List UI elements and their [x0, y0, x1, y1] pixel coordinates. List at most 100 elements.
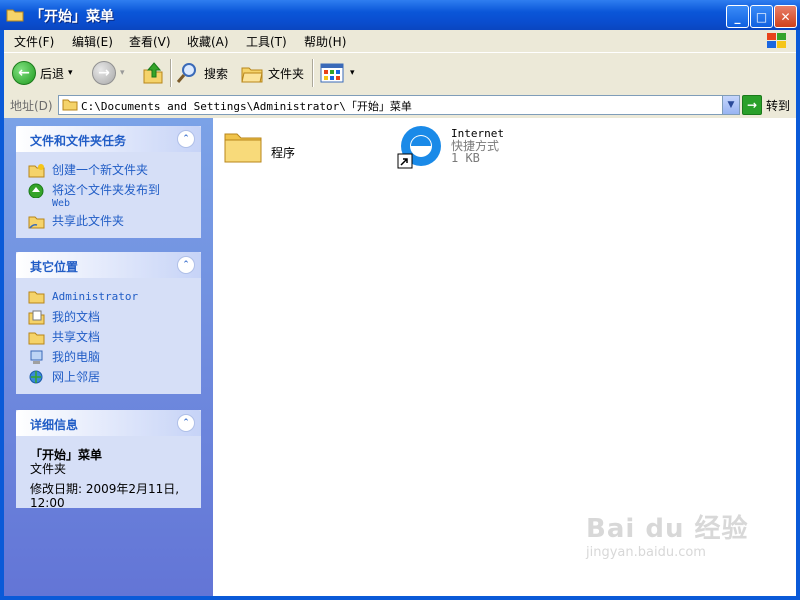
place-my-documents[interactable]: 我的文档 — [16, 309, 201, 325]
collapse-tasks-button[interactable]: ⌃ — [177, 130, 195, 148]
back-glyph: ← — [18, 65, 30, 81]
place-label: 我的文档 — [52, 310, 101, 324]
forward-glyph: → — [98, 65, 110, 81]
file-name: 程序 — [271, 146, 296, 160]
folders-button[interactable]: 文件夹 — [240, 59, 304, 87]
address-label: 地址(D) — [10, 99, 53, 113]
details-type: 文件夹 — [30, 462, 67, 476]
task-label: 创建一个新文件夹 — [52, 163, 149, 177]
folders-label: 文件夹 — [268, 66, 305, 81]
menu-tools[interactable]: 工具(T) — [246, 33, 287, 50]
tasks-panel-header[interactable]: 文件和文件夹任务 ⌃ — [16, 126, 201, 152]
publish-web-icon — [28, 183, 44, 198]
forward-arrow-icon: → — [92, 61, 116, 85]
details-panel-header[interactable]: 详细信息 ⌃ — [16, 410, 201, 436]
address-bar: 地址(D) C:\Documents and Settings\Administ… — [4, 92, 796, 119]
tasks-panel-title: 文件和文件夹任务 — [30, 134, 127, 148]
details-name: 「开始」菜单 — [30, 448, 103, 462]
places-panel: 其它位置 ⌃ Administrator 我的文档 共享文档 我的电脑 网上邻居 — [16, 252, 201, 394]
place-shared-documents[interactable]: 共享文档 — [16, 329, 201, 345]
watermark-url: jingyan.baidu.com — [586, 545, 706, 560]
my-computer-icon — [30, 350, 43, 364]
go-glyph: → — [746, 98, 758, 112]
menu-edit[interactable]: 编辑(E) — [72, 33, 113, 50]
go-button[interactable]: → 转到 — [742, 95, 790, 115]
task-sublabel: Web — [52, 198, 71, 209]
task-label: 将这个文件夹发布到 — [52, 183, 161, 197]
maximize-glyph: □ — [755, 9, 768, 24]
place-label: 我的电脑 — [52, 350, 101, 364]
new-folder-icon — [28, 164, 45, 178]
details-time: 12:00 — [30, 496, 65, 510]
explorer-window: 「开始」菜单 _ □ ✕ 文件(F) 编辑(E) 查看(V) 收藏(A) 工具(… — [0, 0, 800, 600]
place-administrator[interactable]: Administrator — [16, 288, 201, 305]
menu-favorites[interactable]: 收藏(A) — [187, 33, 229, 50]
forward-dropdown-icon[interactable]: ▾ — [120, 68, 125, 78]
chevron-up-icon: ⌃ — [182, 134, 190, 144]
folder-icon — [6, 9, 24, 22]
folder-icon — [224, 133, 262, 163]
place-my-computer[interactable]: 我的电脑 — [16, 349, 201, 365]
folders-icon — [241, 67, 263, 83]
menu-view[interactable]: 查看(V) — [129, 33, 171, 50]
chevron-up-icon: ⌃ — [182, 260, 190, 270]
address-dropdown-button[interactable]: ▼ — [722, 96, 739, 114]
details-panel: 详细信息 ⌃ 「开始」菜单 文件夹 修改日期: 2009年2月11日, 12:0… — [16, 410, 201, 510]
views-button[interactable]: ▾ — [320, 59, 355, 87]
windows-logo-icon — [767, 33, 786, 48]
collapse-details-button[interactable]: ⌃ — [177, 414, 195, 432]
task-share-folder[interactable]: 共享此文件夹 — [16, 213, 201, 229]
place-label: 网上邻居 — [52, 370, 101, 384]
toolbar-separator — [312, 59, 314, 87]
minimize-button[interactable]: _ — [726, 5, 749, 28]
task-pane: 文件和文件夹任务 ⌃ 创建一个新文件夹 将这个文件夹发布到 Web 共享此文件夹 — [4, 118, 213, 596]
network-places-icon — [29, 370, 43, 384]
forward-button[interactable]: → ▾ — [92, 59, 125, 87]
menu-file[interactable]: 文件(F) — [14, 33, 54, 50]
collapse-places-button[interactable]: ⌃ — [177, 256, 195, 274]
menu-bar: 文件(F) 编辑(E) 查看(V) 收藏(A) 工具(T) 帮助(H) — [4, 30, 796, 52]
views-dropdown-icon[interactable]: ▾ — [350, 68, 355, 78]
file-item-programs[interactable]: 程序 — [223, 126, 295, 166]
back-button[interactable]: ← 后退 ▾ — [12, 59, 73, 87]
go-label: 转到 — [766, 98, 791, 113]
maximize-button[interactable]: □ — [750, 5, 773, 28]
watermark: Bai du 经验 jingyan.baidu.com — [586, 508, 756, 568]
menu-help[interactable]: 帮助(H) — [304, 33, 346, 50]
up-folder-icon — [143, 62, 163, 84]
toolbar-separator — [170, 59, 172, 87]
task-label: 共享此文件夹 — [52, 214, 125, 228]
details-modified: 修改日期: 2009年2月11日, — [30, 482, 180, 496]
chevron-down-icon: ▼ — [727, 100, 735, 110]
back-label: 后退 — [40, 66, 65, 81]
back-arrow-icon: ← — [12, 61, 36, 85]
toolbar: ← 后退 ▾ → ▾ 搜索 文件夹 ▾ — [4, 52, 796, 94]
file-item-internet[interactable]: Internet 快捷方式 1 KB — [397, 124, 504, 170]
title-bar[interactable]: 「开始」菜单 _ □ ✕ — [0, 0, 800, 30]
chevron-up-icon: ⌃ — [182, 418, 190, 428]
task-new-folder[interactable]: 创建一个新文件夹 — [16, 162, 201, 178]
place-network[interactable]: 网上邻居 — [16, 369, 201, 385]
details-body: 「开始」菜单 文件夹 修改日期: 2009年2月11日, 12:00 — [16, 436, 201, 522]
minimize-glyph: _ — [734, 9, 741, 24]
close-button[interactable]: ✕ — [774, 5, 797, 28]
search-button[interactable]: 搜索 — [176, 59, 228, 87]
my-documents-icon — [28, 310, 45, 325]
up-button[interactable] — [142, 59, 164, 87]
places-panel-title: 其它位置 — [30, 260, 79, 274]
address-input[interactable]: C:\Documents and Settings\Administrator\… — [58, 95, 740, 115]
file-list[interactable]: 程序 Internet 快捷方式 1 KB Bai du 经验 jingyan.… — [213, 118, 796, 596]
watermark-logo-text: Bai du 经验 — [586, 514, 749, 544]
places-panel-header[interactable]: 其它位置 ⌃ — [16, 252, 201, 278]
search-icon — [176, 63, 196, 83]
window-title: 「开始」菜单 — [30, 9, 114, 25]
folder-icon — [62, 99, 78, 111]
back-dropdown-icon[interactable]: ▾ — [68, 68, 73, 78]
folder-icon — [28, 291, 45, 304]
shared-documents-icon — [28, 332, 45, 345]
place-label: Administrator — [52, 290, 139, 303]
address-path: C:\Documents and Settings\Administrator\… — [81, 100, 412, 113]
tasks-panel: 文件和文件夹任务 ⌃ 创建一个新文件夹 将这个文件夹发布到 Web 共享此文件夹 — [16, 126, 201, 238]
task-publish-web[interactable]: 将这个文件夹发布到 Web — [16, 182, 201, 209]
search-label: 搜索 — [204, 66, 229, 81]
